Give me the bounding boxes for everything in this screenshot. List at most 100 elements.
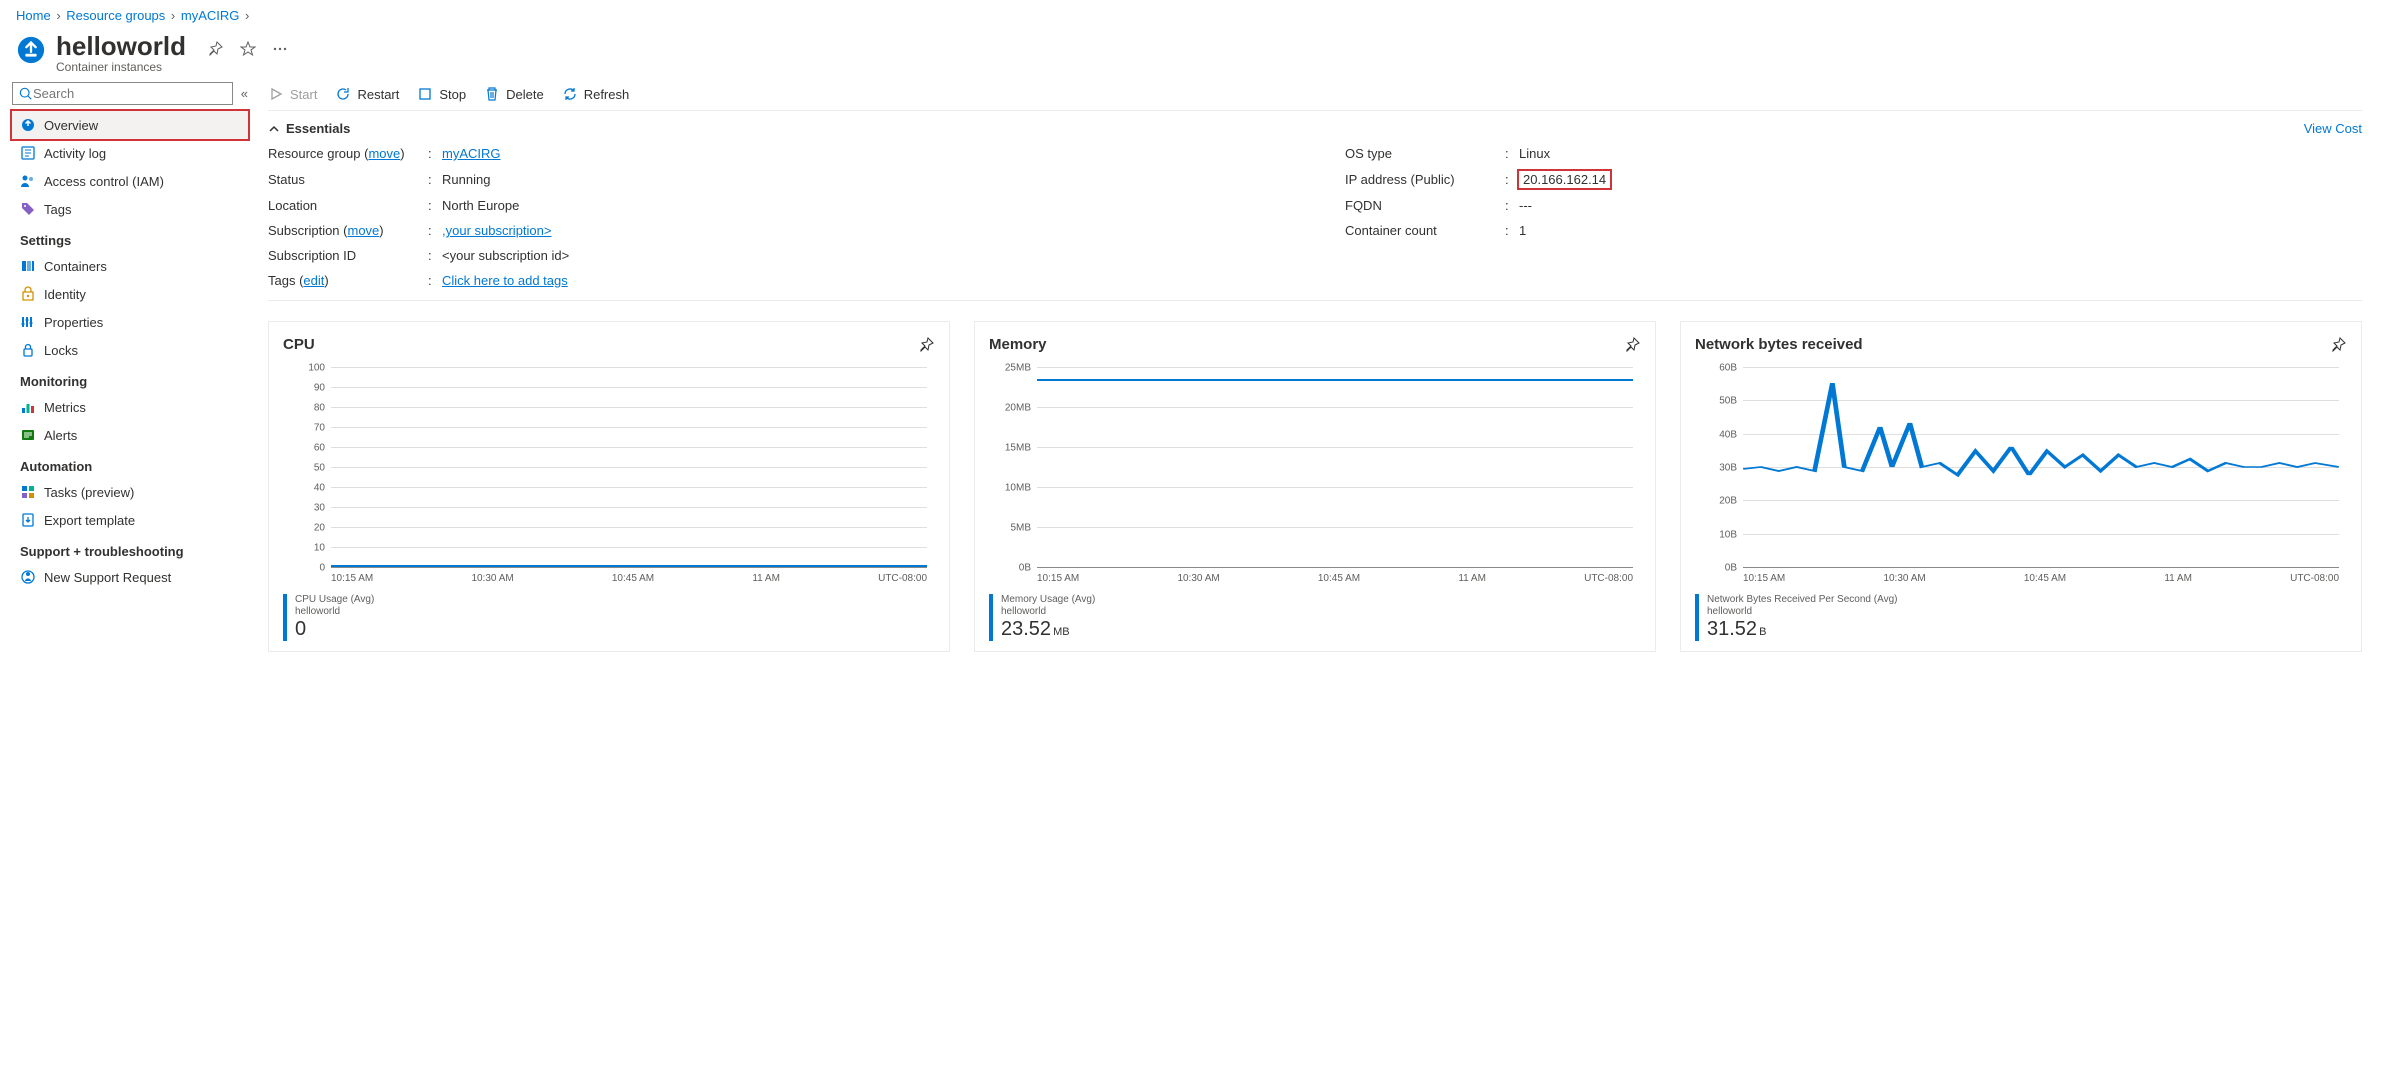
ess-val-status: Running: [442, 172, 490, 187]
sidebar-item-export-template[interactable]: Export template: [12, 506, 248, 534]
sidebar-item-new-support-request[interactable]: New Support Request: [12, 563, 248, 591]
xtick-tz: UTC-08:00: [2290, 573, 2339, 584]
sidebar-item-alerts[interactable]: Alerts: [12, 421, 248, 449]
sidebar-item-access-control[interactable]: Access control (IAM): [12, 167, 248, 195]
legend-sub: helloworld: [1707, 606, 1897, 618]
xtick: 10:15 AM: [1037, 573, 1079, 584]
iam-icon: [20, 173, 36, 189]
ytick: 10MB: [1005, 483, 1031, 494]
alerts-icon: [20, 427, 36, 443]
ess-val-containercount: 1: [1519, 223, 1526, 238]
data-line: [331, 565, 927, 567]
more-icon[interactable]: [272, 41, 288, 57]
toolbar-label: Start: [290, 87, 317, 102]
legend-sub: helloworld: [1001, 606, 1095, 618]
sidebar-section-automation: Automation: [12, 449, 248, 478]
properties-icon: [20, 314, 36, 330]
ytick: 10: [314, 543, 325, 554]
xtick: 10:30 AM: [471, 573, 513, 584]
breadcrumb-resource-groups[interactable]: Resource groups: [66, 8, 165, 23]
ytick: 30: [314, 503, 325, 514]
sidebar-item-label: New Support Request: [44, 570, 171, 585]
sidebar-item-label: Export template: [44, 513, 135, 528]
sidebar-item-metrics[interactable]: Metrics: [12, 393, 248, 421]
sidebar-item-label: Tags: [44, 202, 71, 217]
sidebar-item-locks[interactable]: Locks: [12, 336, 248, 364]
pin-icon[interactable]: [919, 337, 935, 353]
ytick: 10B: [1719, 529, 1737, 540]
play-icon: [268, 86, 284, 102]
sidebar-item-identity[interactable]: Identity: [12, 280, 248, 308]
ytick: 0B: [1725, 563, 1737, 574]
ytick: 0B: [1019, 563, 1031, 574]
sidebar-item-tags[interactable]: Tags: [12, 195, 248, 223]
toolbar-label: Refresh: [584, 87, 630, 102]
ytick: 90: [314, 383, 325, 394]
pin-icon[interactable]: [208, 41, 224, 57]
delete-button[interactable]: Delete: [484, 86, 544, 102]
chevron-right-icon: ›: [56, 8, 60, 23]
move-link[interactable]: move: [368, 146, 400, 161]
sidebar-item-label: Access control (IAM): [44, 174, 164, 189]
xtick: 11 AM: [1458, 573, 1486, 584]
identity-icon: [20, 286, 36, 302]
xtick: 11 AM: [2164, 573, 2192, 584]
tags-icon: [20, 201, 36, 217]
sidebar-item-label: Activity log: [44, 146, 106, 161]
legend-value: 0: [295, 618, 306, 640]
chart-title: Memory: [989, 336, 1047, 353]
stop-button[interactable]: Stop: [417, 86, 466, 102]
chevron-right-icon: ›: [171, 8, 175, 23]
ytick: 50B: [1719, 396, 1737, 407]
essentials-toggle[interactable]: Essentials: [268, 121, 350, 136]
sidebar-item-containers[interactable]: Containers: [12, 252, 248, 280]
star-icon[interactable]: [240, 41, 256, 57]
ess-val-tags[interactable]: Click here to add tags: [442, 273, 568, 288]
sidebar-item-activity-log[interactable]: Activity log: [12, 139, 248, 167]
xtick-tz: UTC-08:00: [1584, 573, 1633, 584]
xtick: 10:30 AM: [1177, 573, 1219, 584]
start-button: Start: [268, 86, 317, 102]
legend-unit: B: [1759, 626, 1766, 638]
breadcrumb-home[interactable]: Home: [16, 8, 51, 23]
edit-link[interactable]: edit: [303, 273, 324, 288]
legend-sub: helloworld: [295, 606, 374, 618]
sidebar-item-properties[interactable]: Properties: [12, 308, 248, 336]
xtick: 10:45 AM: [612, 573, 654, 584]
ess-val-subscription[interactable]: ,your subscription>: [442, 223, 551, 238]
ess-label-subid: Subscription ID: [268, 248, 428, 263]
ess-val-subid: <your subscription id>: [442, 248, 569, 263]
container-instance-icon: [16, 35, 46, 65]
breadcrumb: Home › Resource groups › myACIRG ›: [0, 0, 2382, 27]
search-input[interactable]: [33, 86, 226, 101]
refresh-icon: [562, 86, 578, 102]
breadcrumb-rgname[interactable]: myACIRG: [181, 8, 240, 23]
ess-val-rg[interactable]: myACIRG: [442, 146, 501, 161]
delete-icon: [484, 86, 500, 102]
chart-card-memory: Memory 25MB 20MB 15MB 10MB 5MB 0B 10:15 …: [974, 321, 1656, 652]
pin-icon[interactable]: [2331, 337, 2347, 353]
ess-val-os: Linux: [1519, 146, 1550, 161]
pin-icon[interactable]: [1625, 337, 1641, 353]
sidebar-item-overview[interactable]: Overview: [12, 111, 248, 139]
move-link[interactable]: move: [348, 223, 380, 238]
sidebar-item-tasks[interactable]: Tasks (preview): [12, 478, 248, 506]
lock-icon: [20, 342, 36, 358]
sidebar-search[interactable]: [12, 82, 233, 105]
chart-plot-cpu: 100 90 80 70 60 50 40 30 20 10 0: [331, 367, 927, 567]
page-subtitle: Container instances: [56, 60, 186, 74]
chart-title: CPU: [283, 336, 315, 353]
legend-value: 23.52: [1001, 618, 1051, 640]
chart-plot-network: 60B 50B 40B 30B 20B 10B 0B: [1743, 367, 2339, 567]
restart-button[interactable]: Restart: [335, 86, 399, 102]
legend-name: Memory Usage (Avg): [1001, 594, 1095, 606]
ytick: 5MB: [1010, 523, 1031, 534]
chart-legend: Network Bytes Received Per Second (Avg) …: [1695, 594, 2347, 641]
toolbar-label: Delete: [506, 87, 544, 102]
sidebar-item-label: Metrics: [44, 400, 86, 415]
view-cost-link[interactable]: View Cost: [2304, 121, 2362, 136]
refresh-button[interactable]: Refresh: [562, 86, 630, 102]
legend-name: CPU Usage (Avg): [295, 594, 374, 606]
sidebar-section-settings: Settings: [12, 223, 248, 252]
collapse-sidebar-button[interactable]: «: [241, 86, 248, 101]
